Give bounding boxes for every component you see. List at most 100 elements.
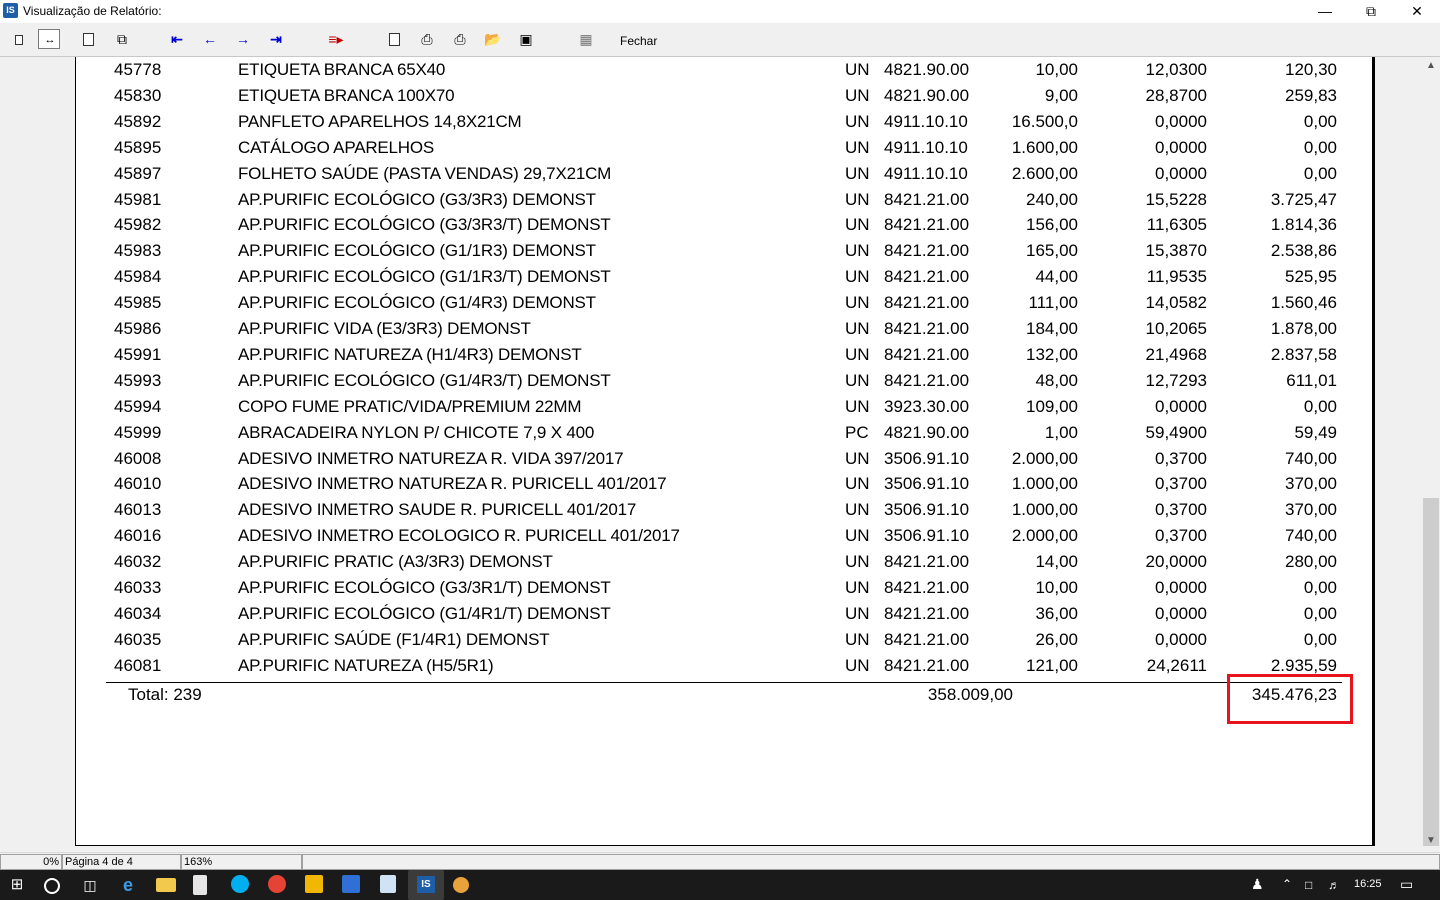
copy-button[interactable] (383, 29, 405, 49)
paint-icon[interactable] (453, 877, 469, 893)
item-code: 45986 (114, 319, 162, 338)
start-icon[interactable]: ⊞ (7, 875, 27, 895)
item-total: 0,00 (1303, 111, 1337, 131)
is-app-taskbar-item[interactable]: IS (408, 870, 444, 900)
table-row: 45993 AP.PURIFIC ECOLÓGICO (G1/4R3/T) DEM… (76, 371, 1372, 397)
item-unit: UN (845, 655, 870, 675)
calculator-icon[interactable] (193, 875, 207, 895)
item-quantity: 26,00 (1035, 629, 1078, 649)
item-description: AP.PURIFIC NATUREZA (H1/4R3) DEMONST (238, 344, 582, 364)
item-total: 1.814,36 (1270, 215, 1337, 235)
item-description: AP.PURIFIC ECOLÓGICO (G1/4R3/T) DEMONST (238, 370, 611, 390)
tray-chevron-up-icon[interactable]: ⌃ (1282, 877, 1292, 891)
close-report-button[interactable]: Fechar (620, 34, 657, 48)
single-page-button[interactable] (77, 29, 99, 49)
next-page-button[interactable]: → (232, 29, 254, 49)
item-quantity: 1,00 (1044, 422, 1078, 442)
item-ncm: 3506.91.10 (884, 526, 970, 546)
status-progress: 0% (0, 854, 62, 870)
item-total: 280,00 (1285, 552, 1337, 572)
first-page-icon: ⇤ (171, 31, 183, 47)
table-row: 45778 ETIQUETA BRANCA 65X40 UN 4821.90.00 10… (76, 60, 1372, 86)
vertical-scrollbar[interactable]: ▲ ▼ (1422, 57, 1440, 849)
notepad-icon[interactable] (380, 875, 396, 893)
page-width-button[interactable]: ↔ (38, 29, 60, 49)
file-explorer-icon[interactable] (156, 878, 176, 892)
network-icon[interactable]: □ (1305, 878, 1312, 892)
last-page-button[interactable]: ⇥ (265, 29, 287, 49)
item-total: 2.935,59 (1270, 655, 1337, 675)
restore-button[interactable]: ⧉ (1348, 0, 1394, 23)
item-description: ETIQUETA BRANCA 100X70 (238, 85, 455, 105)
volume-icon[interactable]: ♬ (1328, 878, 1340, 892)
item-total: 0,00 (1303, 603, 1337, 623)
notification-icon[interactable]: ▭ (1400, 876, 1413, 893)
item-unit-price: 0,0000 (1155, 163, 1207, 183)
multi-page-icon: ⧉ (117, 31, 127, 47)
item-unit: PC (845, 422, 869, 442)
item-code: 46008 (114, 448, 162, 468)
close-window-button[interactable]: ✕ (1394, 0, 1440, 23)
item-total: 740,00 (1285, 526, 1337, 546)
scroll-down-arrow-icon[interactable]: ▼ (1422, 832, 1440, 849)
item-unit: UN (845, 526, 870, 546)
item-quantity: 10,00 (1035, 60, 1078, 79)
report-viewport[interactable]: Total: 239 358.009,00 345.476,23 45778 ET… (0, 57, 1422, 849)
item-unit: UN (845, 267, 870, 287)
task-view-icon[interactable]: ◫ (80, 875, 100, 895)
edge-icon[interactable]: e (118, 875, 138, 895)
item-unit-price: 15,5228 (1145, 189, 1207, 209)
item-unit-price: 28,8700 (1145, 85, 1207, 105)
total-highlight-box (1227, 674, 1353, 724)
previous-page-button[interactable]: ← (199, 29, 221, 49)
open-button[interactable]: 📂 (482, 29, 504, 49)
first-page-button[interactable]: ⇤ (166, 29, 188, 49)
item-description: AP.PURIFIC ECOLÓGICO (G1/1R3) DEMONST (238, 241, 596, 261)
item-total: 120,30 (1285, 60, 1337, 79)
print-setup-button[interactable]: ⎙ (416, 29, 438, 49)
item-description: ADESIVO INMETRO NATUREZA R. VIDA 397/201… (238, 448, 624, 468)
item-quantity: 156,00 (1026, 215, 1078, 235)
item-unit-price: 21,4968 (1145, 344, 1207, 364)
status-bar: 0% Página 4 de 4 163% (0, 852, 1440, 871)
remote-app-icon[interactable] (342, 875, 360, 893)
item-quantity: 111,00 (1028, 293, 1078, 313)
scroll-up-arrow-icon[interactable]: ▲ (1422, 57, 1440, 74)
table-row: 45830 ETIQUETA BRANCA 100X70 UN 4821.90.00 9… (76, 86, 1372, 112)
item-unit-price: 15,3870 (1145, 241, 1207, 261)
item-code: 46033 (114, 578, 162, 597)
item-unit-price: 14,0582 (1145, 293, 1207, 313)
item-description: AP.PURIFIC VIDA (E3/3R3) DEMONST (238, 319, 531, 338)
multi-page-button[interactable]: ⧉ (111, 29, 133, 49)
chrome-icon[interactable] (268, 875, 286, 893)
export-button[interactable]: ▦ (575, 29, 597, 49)
is-app-icon: IS (417, 876, 435, 893)
minimize-button[interactable]: — (1302, 0, 1348, 23)
skype-icon[interactable] (231, 875, 249, 893)
people-icon[interactable]: ♟ (1251, 876, 1264, 893)
clock[interactable]: 16:25 (1354, 878, 1382, 890)
print-button[interactable]: ⎙ (449, 29, 471, 49)
previous-page-icon: ← (203, 31, 217, 47)
whole-page-button[interactable] (8, 29, 30, 49)
item-total: 370,00 (1285, 474, 1337, 494)
open-icon: 📂 (484, 31, 502, 47)
item-description: AP.PURIFIC SAÚDE (F1/4R1) DEMONST (238, 629, 550, 649)
item-description: AP.PURIFIC ECOLÓGICO (G3/3R3) DEMONST (238, 189, 596, 209)
item-total: 525,95 (1285, 267, 1337, 287)
item-unit-price: 0,3700 (1155, 448, 1207, 468)
item-unit-price: 12,7293 (1145, 370, 1207, 390)
outlook-icon[interactable] (305, 875, 323, 893)
item-unit-price: 24,2611 (1146, 655, 1207, 675)
search-icon[interactable] (44, 878, 60, 894)
goto-page-button[interactable]: ≡▸ (325, 29, 347, 49)
item-total: 59,49 (1294, 422, 1337, 442)
save-button[interactable]: ▣ (515, 29, 537, 49)
table-row: 46016 ADESIVO INMETRO ECOLOGICO R. PURICE… (76, 526, 1372, 552)
item-code: 46081 (114, 655, 162, 675)
table-row: 45986 AP.PURIFIC VIDA (E3/3R3) DEMONST UN 8… (76, 319, 1372, 345)
item-unit: UN (845, 448, 870, 468)
scroll-thumb[interactable] (1423, 498, 1439, 846)
total-label: Total: 239 (128, 685, 202, 704)
item-code: 45778 (114, 60, 162, 79)
